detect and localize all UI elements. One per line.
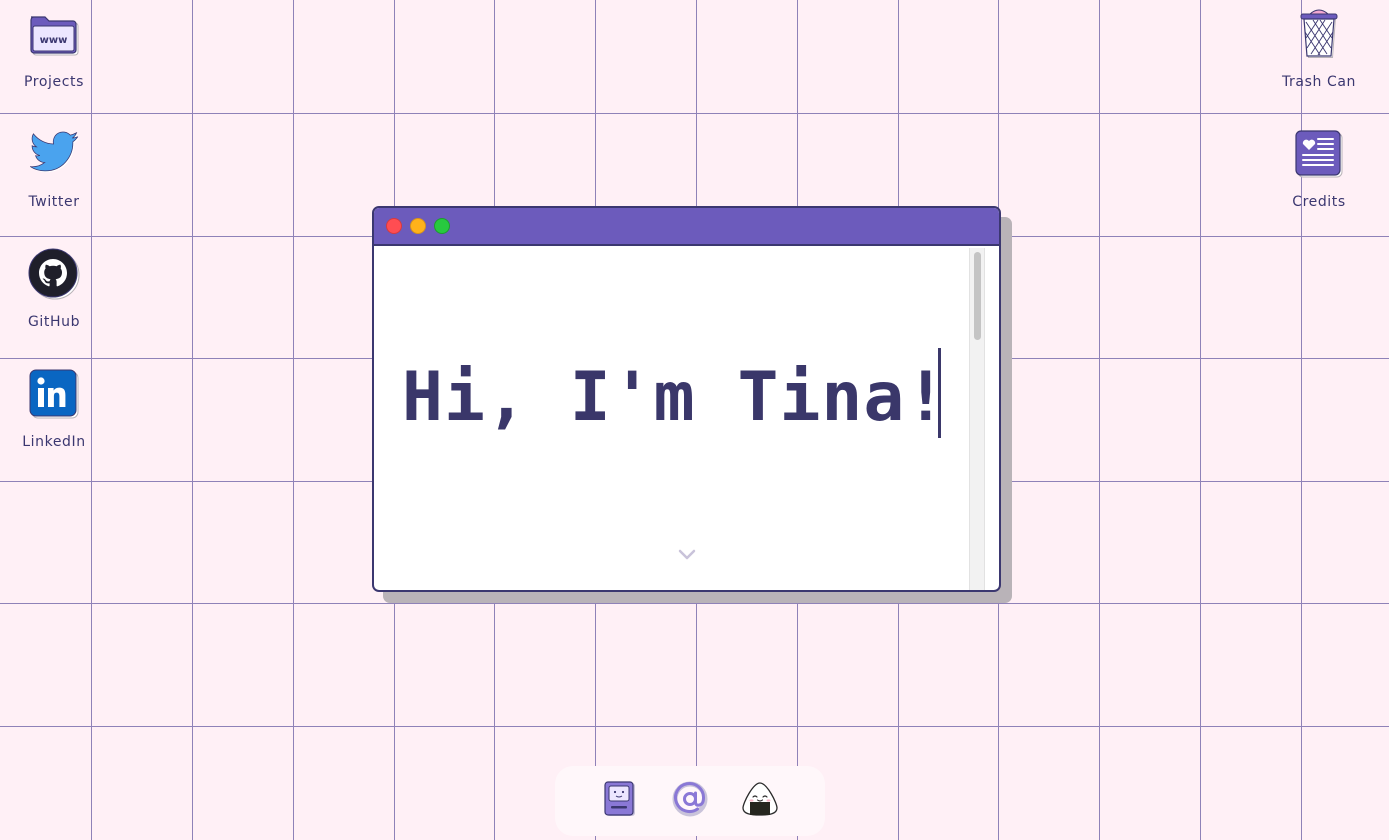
scrollbar-thumb[interactable]: [974, 252, 981, 340]
grid-line: [0, 603, 1389, 604]
close-button[interactable]: [386, 218, 402, 234]
desktop-icon-projects[interactable]: www Projects: [4, 8, 104, 90]
grid-line: [0, 113, 1389, 114]
desktop-icon-label: Trash Can: [1281, 74, 1357, 90]
minimize-button[interactable]: [410, 218, 426, 234]
www-folder-icon: www: [28, 8, 80, 60]
intro-window: Hi, I'm Tina!: [372, 206, 1001, 592]
dock-item-email[interactable]: [671, 781, 709, 822]
grid-line: [1099, 0, 1100, 840]
credits-document-icon: [1293, 128, 1345, 180]
scrollbar[interactable]: [969, 248, 985, 590]
dock-item-onigiri[interactable]: [741, 781, 779, 822]
dock: [555, 766, 825, 836]
hero-heading: Hi, I'm Tina!: [402, 358, 948, 437]
grid-line: [293, 0, 294, 840]
svg-text:www: www: [40, 35, 68, 46]
trash-can-icon: [1293, 8, 1345, 60]
desktop-icon-label: GitHub: [27, 314, 81, 330]
desktop-icon-github[interactable]: GitHub: [4, 248, 104, 330]
grid-line: [0, 726, 1389, 727]
grid-line: [192, 0, 193, 840]
grid-line: [1301, 0, 1302, 840]
desktop-icon-credits[interactable]: Credits: [1269, 128, 1369, 210]
onigiri-icon: [741, 781, 779, 822]
github-octocat-icon: [28, 248, 80, 300]
text-cursor: [938, 348, 941, 438]
email-at-icon: [672, 781, 708, 822]
computer-icon: [604, 780, 636, 822]
dock-item-computer[interactable]: [601, 780, 639, 822]
chevron-down-icon[interactable]: [676, 544, 698, 566]
desktop-icon-trash-can[interactable]: Trash Can: [1269, 8, 1369, 90]
desktop-icon-linkedin[interactable]: LinkedIn: [4, 368, 104, 450]
desktop-icon-label: Twitter: [28, 194, 80, 210]
window-titlebar[interactable]: [374, 208, 999, 246]
linkedin-icon: [28, 368, 80, 420]
maximize-button[interactable]: [434, 218, 450, 234]
twitter-bird-icon: [28, 128, 80, 180]
desktop-icon-label: Projects: [24, 74, 84, 90]
desktop-icon-twitter[interactable]: Twitter: [4, 128, 104, 210]
desktop-icon-label: Credits: [1292, 194, 1346, 210]
window-content: Hi, I'm Tina!: [374, 246, 999, 590]
desktop-icon-label: LinkedIn: [22, 434, 86, 450]
grid-line: [1200, 0, 1201, 840]
